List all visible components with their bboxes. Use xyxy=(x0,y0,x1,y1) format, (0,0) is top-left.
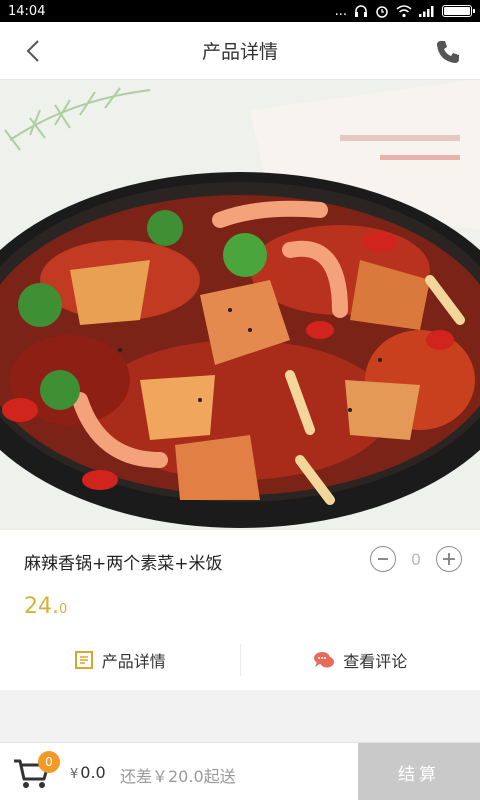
checkout-button[interactable]: 结算 xyxy=(358,743,480,800)
product-info: 麻辣香锅+两个素菜+米饭 24.0 0 xyxy=(0,530,480,630)
product-name: 麻辣香锅+两个素菜+米饭 xyxy=(24,554,223,574)
quantity-stepper: 0 xyxy=(370,546,462,572)
page-title: 产品详情 xyxy=(201,41,278,63)
product-image xyxy=(0,80,480,530)
detail-tabs: 产品详情 查看评论 xyxy=(0,630,480,690)
signal-icon xyxy=(419,6,434,17)
decrease-button[interactable] xyxy=(370,546,396,572)
phone-icon xyxy=(437,41,459,63)
chevron-left-icon xyxy=(26,40,39,62)
status-bar: 14:04 ... xyxy=(0,0,480,22)
wifi-icon xyxy=(396,4,412,17)
cart-total-value: 0.0 xyxy=(80,763,106,782)
battery-icon xyxy=(442,5,475,17)
cart-total: ¥0.0 xyxy=(70,763,106,782)
product-price: 24.0 xyxy=(24,594,67,619)
notification-dots: ... xyxy=(334,3,347,19)
comment-icon xyxy=(314,652,335,668)
tab-label: 查看评论 xyxy=(343,652,408,671)
tab-view-comments[interactable]: 查看评论 xyxy=(239,644,480,676)
tab-product-details[interactable]: 产品详情 xyxy=(0,630,240,690)
headset-icon xyxy=(355,5,367,17)
status-icons: ... xyxy=(334,3,475,19)
price-integer: 24. xyxy=(24,594,59,619)
alarm-icon xyxy=(376,6,388,18)
currency-symbol: ¥ xyxy=(70,767,79,782)
cart-count-badge: 0 xyxy=(38,751,60,773)
tab-label: 产品详情 xyxy=(101,652,166,671)
quantity-value: 0 xyxy=(410,549,422,569)
document-icon xyxy=(74,651,93,669)
header: 产品详情 xyxy=(0,22,480,80)
plus-icon xyxy=(443,553,455,565)
price-decimal: 0 xyxy=(59,602,68,617)
cart-bar: 0 ¥0.0 还差￥20.0起送 结算 xyxy=(0,742,480,800)
back-button[interactable] xyxy=(18,36,48,66)
minimum-order-text: 还差￥20.0起送 xyxy=(120,767,236,786)
status-time: 14:04 xyxy=(8,3,46,19)
increase-button[interactable] xyxy=(436,546,462,572)
minus-icon xyxy=(378,558,388,560)
call-button[interactable] xyxy=(432,36,464,68)
